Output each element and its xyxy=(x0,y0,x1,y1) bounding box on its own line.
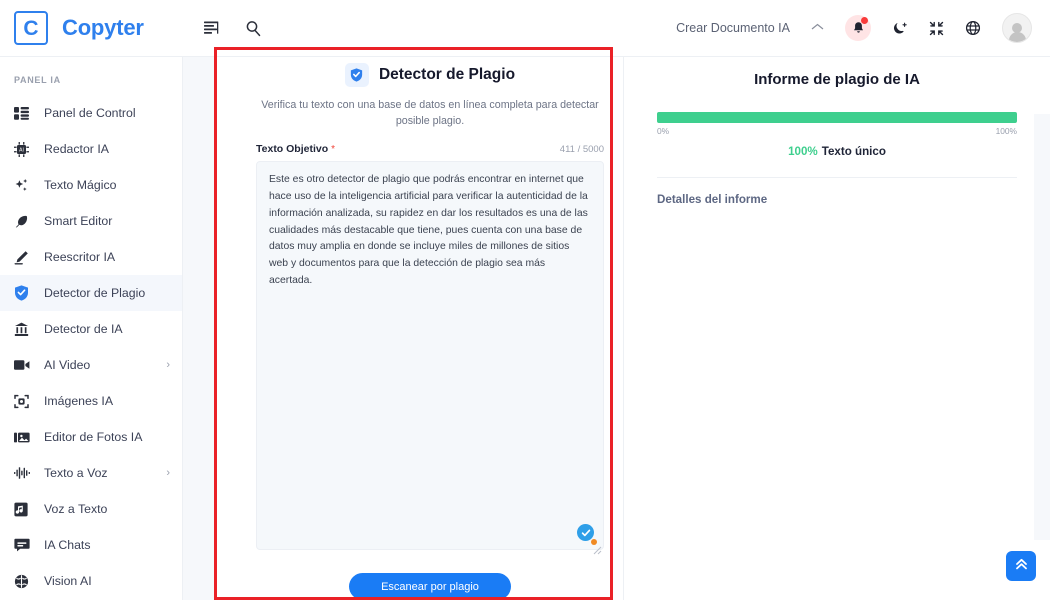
brand[interactable]: C Copyter xyxy=(0,11,144,45)
field-header-row: Texto Objetivo * 411 / 5000 xyxy=(256,143,604,155)
top-header: C Copyter Crear Documento IA xyxy=(0,0,1050,57)
progress-scale: 0% 100% xyxy=(657,126,1017,136)
chevron-right-icon: › xyxy=(166,359,170,371)
right-gutter xyxy=(1034,114,1050,600)
scale-max-label: 100% xyxy=(995,126,1017,136)
textarea-wrapper xyxy=(256,161,604,555)
logo-letter: C xyxy=(23,16,39,40)
sidebar-item-texto-magico[interactable]: Texto Mágico xyxy=(0,167,182,203)
scan-plagiarism-button[interactable]: Escanear por plagio xyxy=(349,573,511,600)
menu-lines-icon[interactable] xyxy=(203,21,220,35)
sidebar-item-label: Panel de Control xyxy=(44,106,136,120)
tool-subtitle: Verifica tu texto con una base de datos … xyxy=(261,99,599,128)
sidebar-item-label: Vision AI xyxy=(44,574,92,588)
uniqueness-progress-fill xyxy=(657,112,1017,123)
sidebar-item-ai-video[interactable]: AI Video › xyxy=(0,347,182,383)
score-percent: 100% xyxy=(788,145,818,158)
audio-file-icon xyxy=(14,502,36,517)
target-text-label: Texto Objetivo xyxy=(256,143,329,156)
sidebar-item-label: AI Video xyxy=(44,358,91,372)
target-text-input[interactable] xyxy=(256,161,604,551)
image-frame-icon xyxy=(14,394,36,409)
sidebar-item-label: Voz a Texto xyxy=(44,502,108,516)
score-line: 100% Texto único xyxy=(657,145,1017,158)
notification-dot xyxy=(861,17,868,24)
waveform-icon xyxy=(14,466,36,480)
sidebar-item-label: Imágenes IA xyxy=(44,394,114,408)
search-icon[interactable] xyxy=(245,20,262,37)
sidebar-item-label: Redactor IA xyxy=(44,142,109,156)
app-root: C Copyter Crear Documento IA PANEL IA Pa… xyxy=(0,0,1050,600)
report-divider xyxy=(657,177,1017,178)
chevron-right-icon: › xyxy=(166,467,170,479)
sidebar-item-reescritor-ia[interactable]: Reescritor IA xyxy=(0,239,182,275)
sidebar: PANEL IA Panel de Control AI Redactor IA… xyxy=(0,57,183,600)
sidebar-item-label: Smart Editor xyxy=(44,214,113,228)
globe-icon[interactable] xyxy=(965,20,981,36)
svg-text:AI: AI xyxy=(19,147,24,153)
plagiarism-tool-card: Detector de Plagio Verifica tu texto con… xyxy=(215,57,645,600)
moon-icon[interactable] xyxy=(892,20,908,36)
bank-ai-icon xyxy=(14,322,36,337)
sidebar-item-label: IA Chats xyxy=(44,538,91,552)
vision-brain-icon xyxy=(14,574,36,589)
bell-icon[interactable] xyxy=(845,15,871,41)
page-title: Detector de Plagio xyxy=(378,66,516,83)
header-right-group: Crear Documento IA xyxy=(676,13,1050,43)
uniqueness-progress-bar xyxy=(657,112,1017,123)
sidebar-section-label: PANEL IA xyxy=(14,75,61,85)
chat-bubble-icon xyxy=(14,538,36,552)
photo-edit-icon xyxy=(14,431,36,444)
sidebar-item-smart-editor[interactable]: Smart Editor xyxy=(0,203,182,239)
sidebar-item-imagenes-ia[interactable]: Imágenes IA xyxy=(0,383,182,419)
grammar-check-icon[interactable] xyxy=(577,524,594,542)
plagiarism-report-card: Informe de plagio de IA 0% 100% 100% Text… xyxy=(623,57,1050,600)
shield-check-icon xyxy=(344,63,369,87)
sidebar-item-label: Detector de IA xyxy=(44,322,123,336)
sidebar-item-label: Texto a Voz xyxy=(44,466,108,480)
dashboard-icon xyxy=(14,106,36,120)
scroll-to-top-button[interactable] xyxy=(1006,551,1036,581)
sidebar-item-detector-de-plagio[interactable]: Detector de Plagio xyxy=(0,275,182,311)
create-document-button[interactable]: Crear Documento IA xyxy=(676,21,790,35)
video-camera-icon xyxy=(14,359,36,371)
report-title: Informe de plagio de IA xyxy=(754,71,920,88)
sidebar-item-texto-a-voz[interactable]: Texto a Voz › xyxy=(0,455,182,491)
sidebar-item-detector-de-ia[interactable]: Detector de IA xyxy=(0,311,182,347)
sidebar-item-redactor-ia[interactable]: AI Redactor IA xyxy=(0,131,182,167)
main-content: Detector de Plagio Verifica tu texto con… xyxy=(183,57,1050,600)
shield-check-icon xyxy=(14,285,36,301)
report-details-title: Detalles del informe xyxy=(657,193,768,206)
sidebar-item-ia-chats[interactable]: IA Chats xyxy=(0,527,182,563)
sidebar-item-panel-de-control[interactable]: Panel de Control xyxy=(0,95,182,131)
header-icon-group xyxy=(203,20,262,37)
feather-icon xyxy=(14,214,36,229)
sidebar-item-vision-ai[interactable]: Vision AI xyxy=(0,563,182,599)
pencil-icon xyxy=(14,250,36,265)
sidebar-item-editor-de-fotos-ia[interactable]: Editor de Fotos IA xyxy=(0,419,182,455)
required-asterisk: * xyxy=(331,144,336,156)
sidebar-item-label: Editor de Fotos IA xyxy=(44,430,143,444)
avatar[interactable] xyxy=(1002,13,1032,43)
app-logo: C xyxy=(14,11,48,45)
score-label: Texto único xyxy=(821,145,886,158)
chevron-up-icon[interactable] xyxy=(811,23,824,34)
sidebar-item-label: Detector de Plagio xyxy=(44,286,146,300)
scale-min-label: 0% xyxy=(657,126,670,136)
sidebar-item-voz-a-texto[interactable]: Voz a Texto xyxy=(0,491,182,527)
sidebar-item-label: Reescritor IA xyxy=(44,250,116,264)
collapse-icon[interactable] xyxy=(929,21,944,36)
sidebar-item-label: Texto Mágico xyxy=(44,178,117,192)
avatar-body xyxy=(1008,32,1026,42)
double-chevron-up-icon xyxy=(1014,557,1029,576)
tool-title-row: Detector de Plagio xyxy=(344,63,516,87)
chip-ai-icon: AI xyxy=(14,141,36,157)
character-counter: 411 / 5000 xyxy=(559,144,604,156)
brand-name: Copyter xyxy=(62,15,144,40)
sparkles-icon xyxy=(14,178,36,193)
